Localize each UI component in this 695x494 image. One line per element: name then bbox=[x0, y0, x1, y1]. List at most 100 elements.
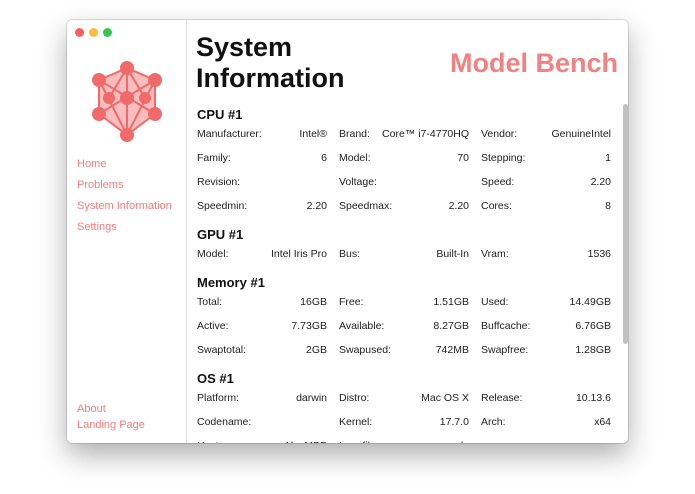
info-field: Swapfree: 1.28GB bbox=[481, 344, 611, 368]
info-field: Speed: 2.20 bbox=[481, 176, 611, 200]
sidebar: Home Problems System Information Setting… bbox=[67, 20, 187, 443]
close-window-button[interactable] bbox=[75, 28, 84, 37]
info-row: Swaptotal: 2GB Swapused: 742MB Swapfree: 1.28… bbox=[197, 344, 611, 368]
section-title: GPU #1 bbox=[197, 227, 244, 242]
app-window: Home Problems System Information Setting… bbox=[67, 20, 628, 443]
info-field: Model: 70 bbox=[339, 152, 481, 176]
info-row: Total: 16GB Free: 1.51GB Used: 14.49GB bbox=[197, 296, 611, 320]
field-value: 8 bbox=[605, 200, 611, 212]
info-field: Speedmax: 2.20 bbox=[339, 200, 481, 224]
field-value: 1 bbox=[605, 152, 611, 164]
info-field: Swaptotal: 2GB bbox=[197, 344, 339, 368]
sidebar-nav: Home Problems System Information Setting… bbox=[77, 154, 172, 238]
field-label: Active: bbox=[197, 320, 229, 332]
field-label: Family: bbox=[197, 152, 231, 164]
info-field: Active: 7.73GB bbox=[197, 320, 339, 344]
page-title-line-2: Information bbox=[196, 63, 345, 93]
info-row: Model: Intel Iris Pro Bus: Built-In Vram: 153… bbox=[197, 248, 611, 272]
system-info-list: CPU #1 Manufacturer: Intel® Brand: Core™ i7-… bbox=[197, 104, 611, 443]
info-row: Revision: Voltage: Speed: 2.20 bbox=[197, 176, 611, 200]
field-label: Free: bbox=[339, 296, 364, 308]
field-value: x64 bbox=[594, 416, 611, 428]
info-field: Free: 1.51GB bbox=[339, 296, 481, 320]
info-field: Speedmin: 2.20 bbox=[197, 200, 339, 224]
info-field: Kernel: 17.7.0 bbox=[339, 416, 481, 440]
field-label: Stepping: bbox=[481, 152, 526, 164]
network-logo-icon bbox=[92, 61, 162, 142]
field-label: Voltage: bbox=[339, 176, 377, 188]
field-value: 1.28GB bbox=[575, 344, 611, 356]
maximize-window-button[interactable] bbox=[103, 28, 112, 37]
brand-title: Model Bench bbox=[449, 48, 618, 78]
field-label: Revision: bbox=[197, 176, 241, 188]
field-label: Vram: bbox=[481, 248, 509, 260]
field-value: 2GB bbox=[305, 344, 327, 356]
info-field: Release: 10.13.6 bbox=[481, 392, 611, 416]
field-value: 7.73GB bbox=[291, 320, 327, 332]
nav-about-link[interactable]: About bbox=[77, 401, 145, 417]
info-field: Stepping: 1 bbox=[481, 152, 611, 176]
info-field: Distro: Mac OS X bbox=[339, 392, 481, 416]
field-value: GenuineIntel bbox=[551, 128, 611, 140]
field-label: Swapused: bbox=[339, 344, 391, 356]
field-value: apple bbox=[443, 440, 469, 443]
vertical-scrollbar[interactable] bbox=[623, 104, 628, 344]
section-title: CPU #1 bbox=[197, 107, 243, 122]
minimize-window-button[interactable] bbox=[89, 28, 98, 37]
nav-landing-page-link[interactable]: Landing Page bbox=[77, 417, 145, 433]
info-row: Platform: darwin Distro: Mac OS X Release: 10… bbox=[197, 392, 611, 416]
field-label: Manufacturer: bbox=[197, 128, 262, 140]
field-label: Arch: bbox=[481, 416, 506, 428]
info-field: Manufacturer: Intel® bbox=[197, 128, 339, 152]
page-title: System Information bbox=[196, 32, 386, 94]
nav-home-link[interactable]: Home bbox=[77, 154, 172, 175]
info-field: Vram: 1536 bbox=[481, 248, 611, 272]
field-label: Release: bbox=[481, 392, 523, 404]
field-label: Used: bbox=[481, 296, 509, 308]
info-field: Vendor: GenuineIntel bbox=[481, 128, 611, 152]
info-field: Voltage: bbox=[339, 176, 481, 200]
field-value: Intel® bbox=[299, 128, 327, 140]
info-field: Arch: x64 bbox=[481, 416, 611, 440]
info-field: Hostname: AlexMBP bbox=[197, 440, 339, 443]
info-field: Buffcache: 6.76GB bbox=[481, 320, 611, 344]
info-field: Total: 16GB bbox=[197, 296, 339, 320]
field-label: Available: bbox=[339, 320, 385, 332]
field-value: 2.20 bbox=[448, 200, 469, 212]
info-field: Model: Intel Iris Pro bbox=[197, 248, 339, 272]
info-field: Platform: darwin bbox=[197, 392, 339, 416]
field-value: 6.76GB bbox=[575, 320, 611, 332]
sidebar-bottom-nav: About Landing Page bbox=[77, 401, 145, 433]
field-label: Hostname: bbox=[197, 440, 248, 443]
field-label: Bus: bbox=[339, 248, 361, 260]
field-value: 16GB bbox=[300, 296, 327, 308]
main-content: System Information Model Bench CPU #1 Man… bbox=[187, 20, 628, 443]
nav-problems-link[interactable]: Problems bbox=[77, 175, 172, 196]
section-title: OS #1 bbox=[197, 371, 234, 386]
field-value: 6 bbox=[321, 152, 327, 164]
field-value: 1.51GB bbox=[433, 296, 469, 308]
field-label: Logofile: bbox=[339, 440, 379, 443]
info-field bbox=[481, 440, 611, 443]
section-title: Memory #1 bbox=[197, 275, 265, 290]
field-value: 17.7.0 bbox=[439, 416, 469, 428]
field-value: Built-In bbox=[436, 248, 469, 260]
page-title-line-1: System bbox=[196, 32, 293, 62]
field-label: Model: bbox=[339, 152, 371, 164]
field-label: Distro: bbox=[339, 392, 370, 404]
nav-system-information-link[interactable]: System Information bbox=[77, 196, 172, 217]
info-field: Family: 6 bbox=[197, 152, 339, 176]
info-field: Bus: Built-In bbox=[339, 248, 481, 272]
field-value: AlexMBP bbox=[284, 440, 327, 443]
field-label: Swapfree: bbox=[481, 344, 529, 356]
field-value: Core™ i7-4770HQ bbox=[382, 128, 469, 140]
info-field: Codename: bbox=[197, 416, 339, 440]
info-field: Swapused: 742MB bbox=[339, 344, 481, 368]
info-field: Logofile: apple bbox=[339, 440, 481, 443]
field-label: Codename: bbox=[197, 416, 252, 428]
nav-settings-link[interactable]: Settings bbox=[77, 217, 172, 238]
info-row: Speedmin: 2.20 Speedmax: 2.20 Cores: 8 bbox=[197, 200, 611, 224]
field-value: 70 bbox=[457, 152, 469, 164]
field-value: 8.27GB bbox=[433, 320, 469, 332]
field-label: Cores: bbox=[481, 200, 512, 212]
